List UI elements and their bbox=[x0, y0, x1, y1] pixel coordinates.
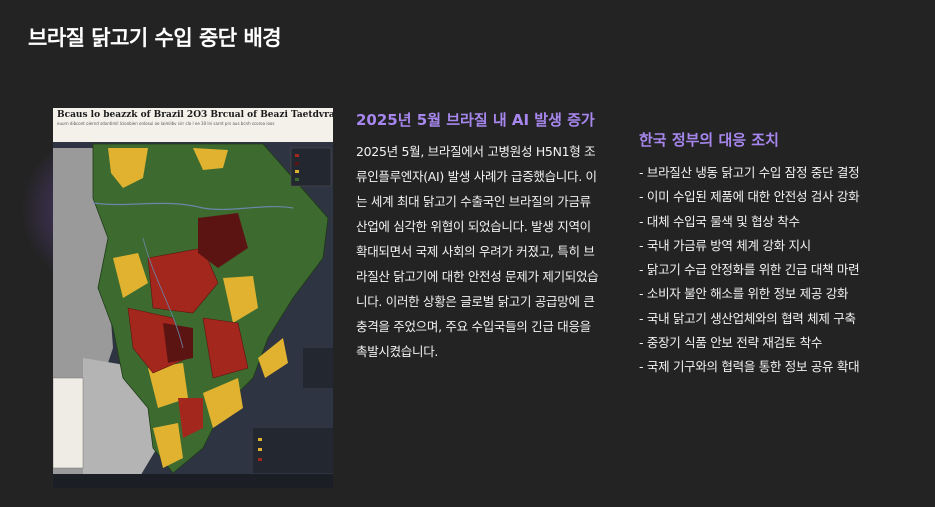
list-item: - 브라질산 냉동 닭고기 수입 잠정 중단 결정 bbox=[639, 165, 860, 180]
map-illustration bbox=[53, 108, 333, 488]
response-list: - 브라질산 냉동 닭고기 수입 잠정 중단 결정 - 이미 수입된 제품에 대… bbox=[639, 161, 889, 380]
list-item: - 소비자 불안 해소를 위한 정보 제공 강화 bbox=[639, 286, 849, 302]
list-item: - 국내 가금류 방역 체계 강화 지시 bbox=[639, 237, 811, 253]
outbreak-heading: 2025년 5월 브라질 내 AI 발생 증가 bbox=[356, 111, 595, 129]
outbreak-section: 2025년 5월 브라질 내 AI 발생 증가 2025년 5월, 브라질에서 … bbox=[356, 110, 602, 364]
government-response-section: 한국 정부의 대응 조치 - 브라질산 냉동 닭고기 수입 잠정 중단 결정 -… bbox=[639, 130, 889, 380]
list-item: - 대체 수입국 물색 및 협상 착수 bbox=[639, 213, 800, 229]
map-caption-title: Bcaus lo beazzk of Brazil 2О3 Brcual of … bbox=[57, 110, 333, 120]
list-item: - 닭고기 수급 안정화를 위한 긴급 대책 마련 bbox=[639, 262, 860, 278]
list-item: - 이미 수입된 제품에 대한 안전성 검사 강화 bbox=[639, 189, 860, 205]
brazil-outbreak-map-image: Bcaus lo beazzk of Brazil 2О3 Brcual of … bbox=[53, 108, 333, 488]
list-item: - 국내 닭고기 생산업체와의 협력 체제 구축 bbox=[639, 310, 856, 326]
list-item: - 국제 기구와의 협력을 통한 정보 공유 확대 bbox=[639, 359, 860, 375]
outbreak-paragraph: 2025년 5월, 브라질에서 고병원성 H5N1형 조류인플루엔자(AI) 발… bbox=[356, 144, 599, 359]
response-heading: 한국 정부의 대응 조치 bbox=[639, 131, 779, 149]
list-item: - 중장기 식품 안보 전략 재검토 착수 bbox=[639, 335, 823, 351]
map-caption: Bcaus lo beazzk of Brazil 2О3 Brcual of … bbox=[53, 108, 333, 142]
page-title: 브라질 닭고기 수입 중단 배경 bbox=[28, 26, 282, 50]
map-caption-subtitle: euurn dibcont oiernd sdontimil lcionbien… bbox=[57, 121, 275, 126]
